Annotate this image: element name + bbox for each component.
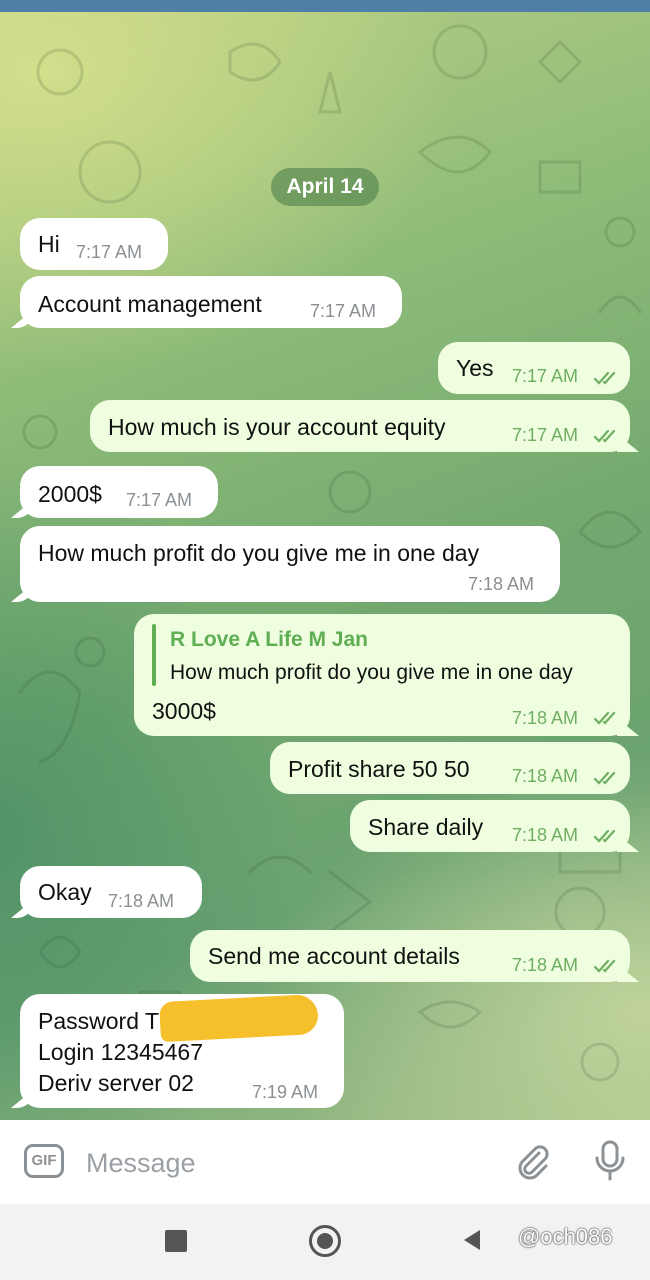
message-line-login: Login 12345467 — [38, 1039, 203, 1065]
message-time: 7:17 AM — [76, 242, 143, 262]
recents-button[interactable] — [165, 1230, 187, 1252]
message-line-server: Deriv server 02 — [38, 1070, 194, 1096]
message-text: Hi — [38, 231, 60, 257]
message-text: Account management — [38, 291, 262, 317]
message-time: 7:19 AM — [252, 1082, 319, 1102]
incoming-message[interactable]: 2000$ 7:17 AM — [20, 466, 218, 518]
outgoing-message[interactable]: Profit share 50 50 7:18 AM — [270, 742, 630, 794]
double-check-icon — [594, 959, 616, 973]
message-text: Share daily — [368, 814, 484, 840]
message-time: 7:17 AM — [126, 490, 193, 510]
app-header-strip — [0, 0, 650, 12]
double-check-icon — [594, 711, 616, 725]
double-check-icon — [594, 429, 616, 443]
outgoing-message[interactable]: Send me account details 7:18 AM — [190, 930, 630, 982]
message-time: 7:18 AM — [468, 574, 535, 594]
double-check-icon — [594, 771, 616, 785]
reply-quote-bar — [152, 624, 156, 686]
double-check-icon — [594, 829, 616, 843]
date-separator: April 14 — [271, 168, 379, 206]
message-time: 7:17 AM — [310, 301, 377, 321]
message-text: 2000$ — [38, 481, 102, 507]
outgoing-message[interactable]: Share daily 7:18 AM — [350, 800, 630, 852]
message-text: How much is your account equity — [108, 414, 446, 440]
redaction-mark — [159, 993, 319, 1043]
message-text: 3000$ — [152, 698, 216, 724]
message-text: Profit share 50 50 — [288, 756, 470, 782]
message-time: 7:18 AM — [108, 891, 175, 911]
home-button-dot — [317, 1233, 333, 1249]
home-button[interactable] — [309, 1225, 341, 1257]
watermark: @och086 — [518, 1224, 613, 1249]
reply-sender-name[interactable]: R Love A Life M Jan — [170, 628, 368, 652]
message-time: 7:17 AM — [512, 366, 579, 386]
paperclip-icon[interactable] — [512, 1141, 552, 1181]
message-time: 7:18 AM — [512, 955, 579, 975]
reply-quoted-text[interactable]: How much profit do you give me in one da… — [170, 661, 573, 685]
outgoing-message[interactable]: Yes 7:17 AM — [438, 342, 630, 394]
message-text: Okay — [38, 879, 92, 905]
incoming-message[interactable]: Account management 7:17 AM — [20, 276, 402, 328]
gif-icon[interactable]: GIF — [24, 1144, 64, 1178]
back-button[interactable] — [460, 1228, 484, 1252]
outgoing-message[interactable]: How much is your account equity 7:17 AM — [90, 400, 630, 452]
message-line-password: Password T — [38, 1008, 160, 1034]
incoming-message[interactable]: Hi 7:17 AM — [20, 218, 168, 270]
message-text: Send me account details — [208, 943, 460, 969]
message-text: How much profit do you give me in one da… — [38, 540, 480, 566]
message-time: 7:18 AM — [512, 708, 579, 728]
message-time: 7:18 AM — [512, 825, 579, 845]
message-time: 7:17 AM — [512, 425, 579, 445]
message-time: 7:18 AM — [512, 766, 579, 786]
microphone-icon[interactable] — [590, 1138, 630, 1182]
double-check-icon — [594, 371, 616, 385]
message-input[interactable] — [84, 1142, 488, 1184]
message-text: Yes — [456, 355, 494, 381]
incoming-message[interactable]: How much profit do you give me in one da… — [20, 526, 560, 602]
incoming-message[interactable]: Okay 7:18 AM — [20, 866, 202, 918]
